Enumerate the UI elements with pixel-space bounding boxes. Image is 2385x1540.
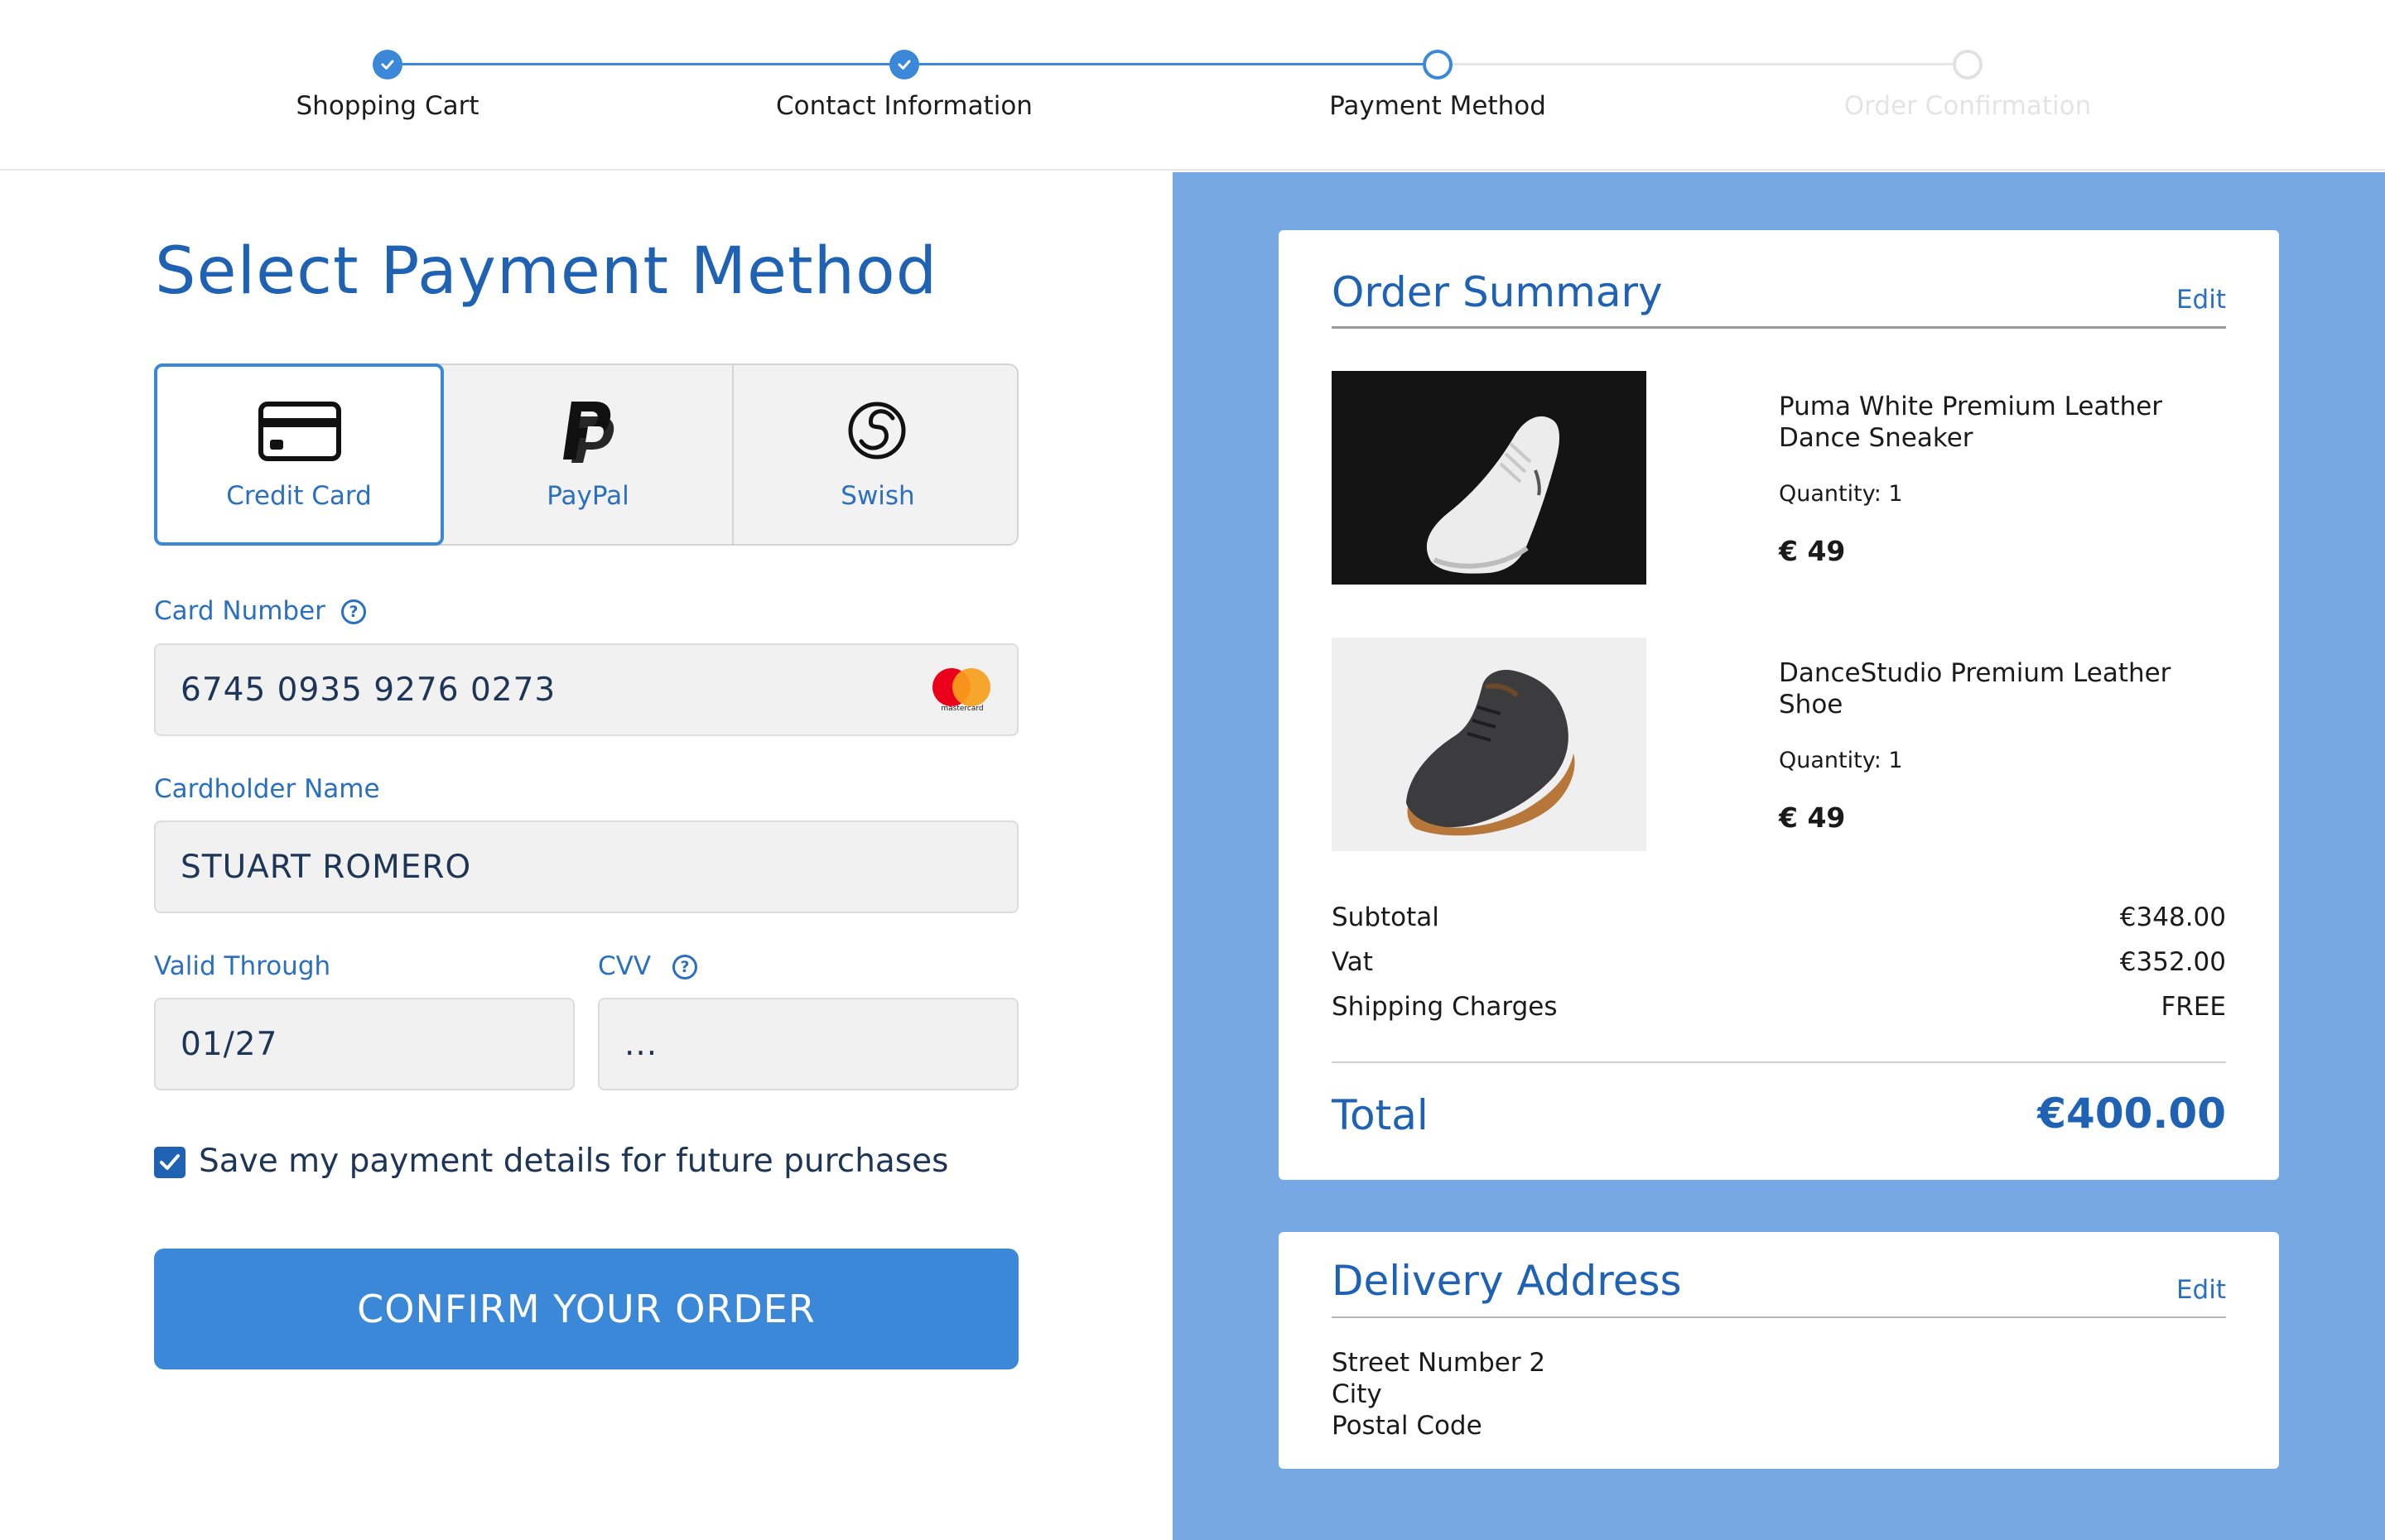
step-connector — [1438, 63, 1968, 65]
address-line: Street Number 2 — [1332, 1348, 1546, 1378]
tab-label: PayPal — [547, 481, 629, 511]
total-label: Total — [1332, 1091, 1429, 1139]
tab-label: Credit Card — [226, 481, 372, 511]
step-complete-check-icon — [373, 50, 402, 79]
product-price: € 49 — [1779, 801, 1846, 834]
subtotal-label: Subtotal — [1332, 902, 1439, 932]
step-label-order-confirmation: Order Confirmation — [1843, 91, 2092, 121]
help-icon[interactable]: ? — [672, 955, 697, 979]
vat-label: Vat — [1332, 947, 1373, 977]
delivery-address-card: Delivery Address Edit Street Number 2 Ci… — [1279, 1232, 2279, 1469]
shipping-label: Shipping Charges — [1332, 992, 1558, 1022]
cardholder-name-label: Cardholder Name — [154, 774, 380, 804]
cardholder-name-field[interactable] — [154, 821, 1019, 913]
help-icon[interactable]: ? — [341, 599, 366, 624]
mastercard-logo-icon: mastercard — [932, 668, 992, 715]
tab-paypal[interactable]: PayPal — [444, 363, 732, 546]
valid-through-field[interactable] — [154, 998, 575, 1090]
address-line: Postal Code — [1332, 1411, 1482, 1441]
credit-card-icon — [258, 402, 341, 464]
tab-label: Swish — [841, 481, 915, 511]
card-number-input[interactable] — [181, 645, 870, 734]
product-quantity: Quantity: 1 — [1779, 481, 1903, 507]
product-image-white-sneaker — [1332, 371, 1646, 585]
paypal-icon — [560, 398, 616, 468]
step-connector — [904, 63, 1438, 65]
product-image-leather-shoe — [1332, 638, 1646, 851]
page-title: Select Payment Method — [155, 234, 938, 309]
cvv-input[interactable] — [624, 999, 959, 1089]
subtotal-row: Subtotal €348.00 — [1332, 902, 2226, 936]
tab-swish[interactable]: Swish — [734, 363, 1022, 546]
delivery-address-edit-link[interactable]: Edit — [2176, 1275, 2226, 1305]
vat-row: Vat €352.00 — [1332, 947, 2226, 980]
step-pending-indicator — [1953, 50, 1983, 79]
card-number-field[interactable]: mastercard — [154, 643, 1019, 736]
step-current-indicator — [1423, 50, 1453, 79]
cardholder-name-input[interactable] — [181, 822, 870, 912]
product-price: € 49 — [1779, 535, 1846, 567]
payment-method-tabs: Credit Card PayPal Swish — [154, 363, 1019, 546]
shipping-row: Shipping Charges FREE — [1332, 992, 2226, 1025]
product-name: DanceStudio Premium Leather Shoe — [1779, 658, 2171, 719]
product-quantity: Quantity: 1 — [1779, 748, 1903, 773]
card-number-label: Card Number — [154, 596, 325, 626]
save-details-checkbox[interactable] — [154, 1147, 186, 1178]
divider — [1332, 1061, 2226, 1063]
divider — [1332, 1316, 2226, 1318]
product-name: Puma White Premium Leather Dance Sneaker — [1779, 392, 2163, 453]
payment-form-panel: Select Payment Method Credit Card PayPal… — [0, 172, 1173, 1540]
order-summary-card: Order Summary Edit Puma White Premium Le… — [1279, 230, 2279, 1180]
divider — [1332, 326, 2226, 329]
subtotal-value: €348.00 — [2119, 902, 2226, 932]
step-connector — [388, 63, 904, 65]
confirm-order-button[interactable]: CONFIRM YOUR ORDER — [154, 1249, 1019, 1369]
vat-value: €352.00 — [2119, 947, 2226, 977]
address-line: City — [1332, 1379, 1382, 1409]
step-complete-check-icon — [889, 50, 919, 79]
tab-credit-card[interactable]: Credit Card — [154, 363, 444, 546]
checkout-progress-stepper: Shopping Cart Contact Information Paymen… — [0, 0, 2385, 171]
step-label-shopping-cart[interactable]: Shopping Cart — [139, 91, 636, 121]
shipping-value: FREE — [2161, 992, 2226, 1022]
step-label-payment-method: Payment Method — [1329, 91, 1546, 121]
step-label-contact-information[interactable]: Contact Information — [656, 91, 1153, 121]
order-summary-edit-link[interactable]: Edit — [2176, 285, 2226, 315]
total-value: €400.00 — [2037, 1090, 2226, 1138]
valid-through-input[interactable] — [181, 999, 515, 1089]
order-summary-panel: Order Summary Edit Puma White Premium Le… — [1173, 172, 2385, 1540]
valid-through-label: Valid Through — [154, 951, 331, 981]
cvv-field[interactable] — [598, 998, 1019, 1090]
save-details-label[interactable]: Save my payment details for future purch… — [199, 1143, 948, 1180]
order-summary-title: Order Summary — [1332, 268, 1663, 316]
cvv-label: CVV — [598, 951, 652, 981]
swish-icon — [846, 400, 908, 464]
delivery-address-title: Delivery Address — [1332, 1257, 1682, 1305]
